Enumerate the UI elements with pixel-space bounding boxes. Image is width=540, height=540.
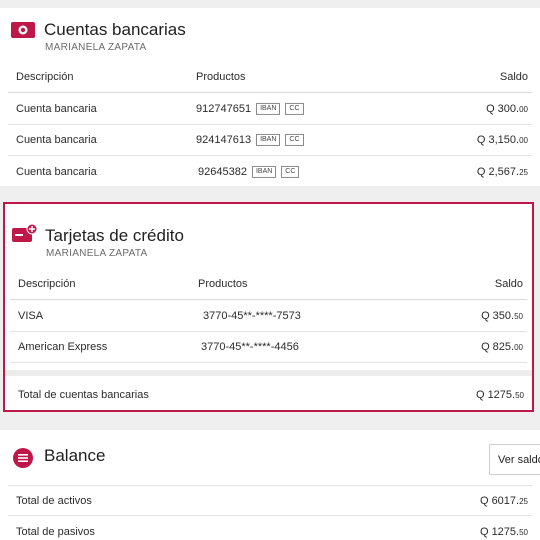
iban-tag[interactable]: IBAN (251, 165, 277, 178)
balance-title: Balance (44, 446, 106, 465)
ver-saldo-button[interactable]: Ver saldo (489, 444, 540, 475)
balance-list-icon (13, 448, 33, 468)
balance-main: Q 3,150. (476, 134, 520, 146)
cards-total-row: Total de cuentas bancarias Q 1275.50 (13, 378, 526, 412)
account-number: 92645382 (198, 165, 247, 178)
accounts-table-header: Descripción Productos Saldo (8, 62, 532, 93)
iban-tag[interactable]: IBAN (256, 134, 281, 147)
balance-value: Q 6017.25 (480, 495, 528, 507)
balance-label: Total de activos (16, 494, 92, 507)
credit-card-plus-icon (12, 224, 38, 242)
table-row[interactable]: American Express 3770-45**-****-4456 Q 8… (10, 332, 527, 363)
account-number: 924147613 (196, 133, 252, 146)
header-description: Descripción (16, 71, 74, 83)
balance-main: Q 2,567. (476, 165, 520, 178)
account-number: 912747651 (196, 102, 252, 115)
balance-value-cents: 25 (519, 496, 528, 506)
balance-label: Total de pasivos (16, 525, 95, 538)
table-row[interactable]: VISA 3770-45**-****-7573 Q 350.50 (10, 301, 527, 332)
header-description: Descripción (18, 278, 76, 290)
row-description: Cuenta bancaria (16, 134, 97, 146)
table-row[interactable]: Cuenta bancaria 924147613 IBAN CC Q 3,150.… (8, 125, 532, 156)
cards-title: Tarjetas de crédito (45, 226, 184, 245)
table-row: Total de activos Q 6017.25 (8, 485, 532, 516)
total-value-main: Q 1275. (475, 389, 516, 401)
cc-tag[interactable]: CC (281, 165, 300, 178)
credit-cards-card: Tarjetas de crédito MARIANELA ZAPATA Des… (3, 202, 534, 412)
bank-card-icon (11, 22, 35, 38)
row-balance: Q 2,567.25 (477, 166, 528, 178)
row-product: 3770-45**-****-7573 (203, 310, 301, 322)
table-row[interactable]: Cuenta bancaria 92645382 IBAN CC Q 2,567.2… (8, 156, 532, 187)
row-description: Cuenta bancaria (16, 103, 97, 115)
row-balance: Q 825.00 (481, 341, 523, 353)
table-row: Total de pasivos Q 1275.50 (8, 516, 532, 540)
accounts-title: Cuentas bancarias (44, 20, 186, 39)
row-description: American Express (18, 341, 108, 353)
header-balance: Saldo (494, 278, 523, 290)
total-label: Total de cuentas bancarias (18, 389, 149, 401)
row-product: 924147613 IBAN CC (196, 133, 304, 147)
row-product: 3770-45**-****-4456 (201, 341, 299, 353)
balance-main: Q 825. (481, 341, 515, 353)
balance-value-main: Q 1275. (479, 525, 520, 538)
accounts-card: Cuentas bancarias MARIANELA ZAPATA Descr… (0, 8, 540, 186)
divider (5, 370, 532, 376)
balance-cents: 25 (519, 167, 528, 177)
balance-value: Q 1275.50 (480, 526, 528, 538)
row-balance: Q 3,150.00 (477, 134, 528, 146)
row-product: 92645382 IBAN CC (198, 165, 300, 178)
balance-cents: 00 (519, 105, 528, 114)
row-product: 912747651 IBAN CC (196, 102, 304, 116)
balance-cents: 00 (514, 343, 523, 352)
accounts-owner: MARIANELA ZAPATA (45, 42, 147, 53)
balance-card: Balance Ver saldo Total de activos Q 601… (0, 430, 540, 540)
total-value: Q 1275.50 (476, 389, 524, 401)
row-balance: Q 300.00 (486, 103, 528, 115)
row-description: Cuenta bancaria (16, 165, 97, 178)
balance-cents: 50 (514, 312, 523, 321)
cards-table-header: Descripción Productos Saldo (10, 269, 527, 300)
row-description: VISA (18, 310, 44, 322)
cc-tag[interactable]: CC (285, 103, 304, 116)
cc-tag[interactable]: CC (285, 134, 304, 147)
header-balance: Saldo (499, 71, 528, 83)
header-products: Productos (196, 71, 246, 83)
balance-main: Q 350. (481, 310, 515, 322)
header-products: Productos (198, 278, 248, 290)
cards-owner: MARIANELA ZAPATA (46, 248, 148, 259)
total-value-cents: 50 (515, 391, 524, 400)
balance-value-cents: 50 (519, 527, 528, 537)
balance-main: Q 300. (486, 103, 520, 115)
balance-value-main: Q 6017. (479, 494, 520, 507)
balance-cents: 00 (519, 136, 528, 145)
row-balance: Q 350.50 (481, 310, 523, 322)
table-row[interactable]: Cuenta bancaria 912747651 IBAN CC Q 300.00 (8, 94, 532, 125)
iban-tag[interactable]: IBAN (256, 103, 281, 116)
